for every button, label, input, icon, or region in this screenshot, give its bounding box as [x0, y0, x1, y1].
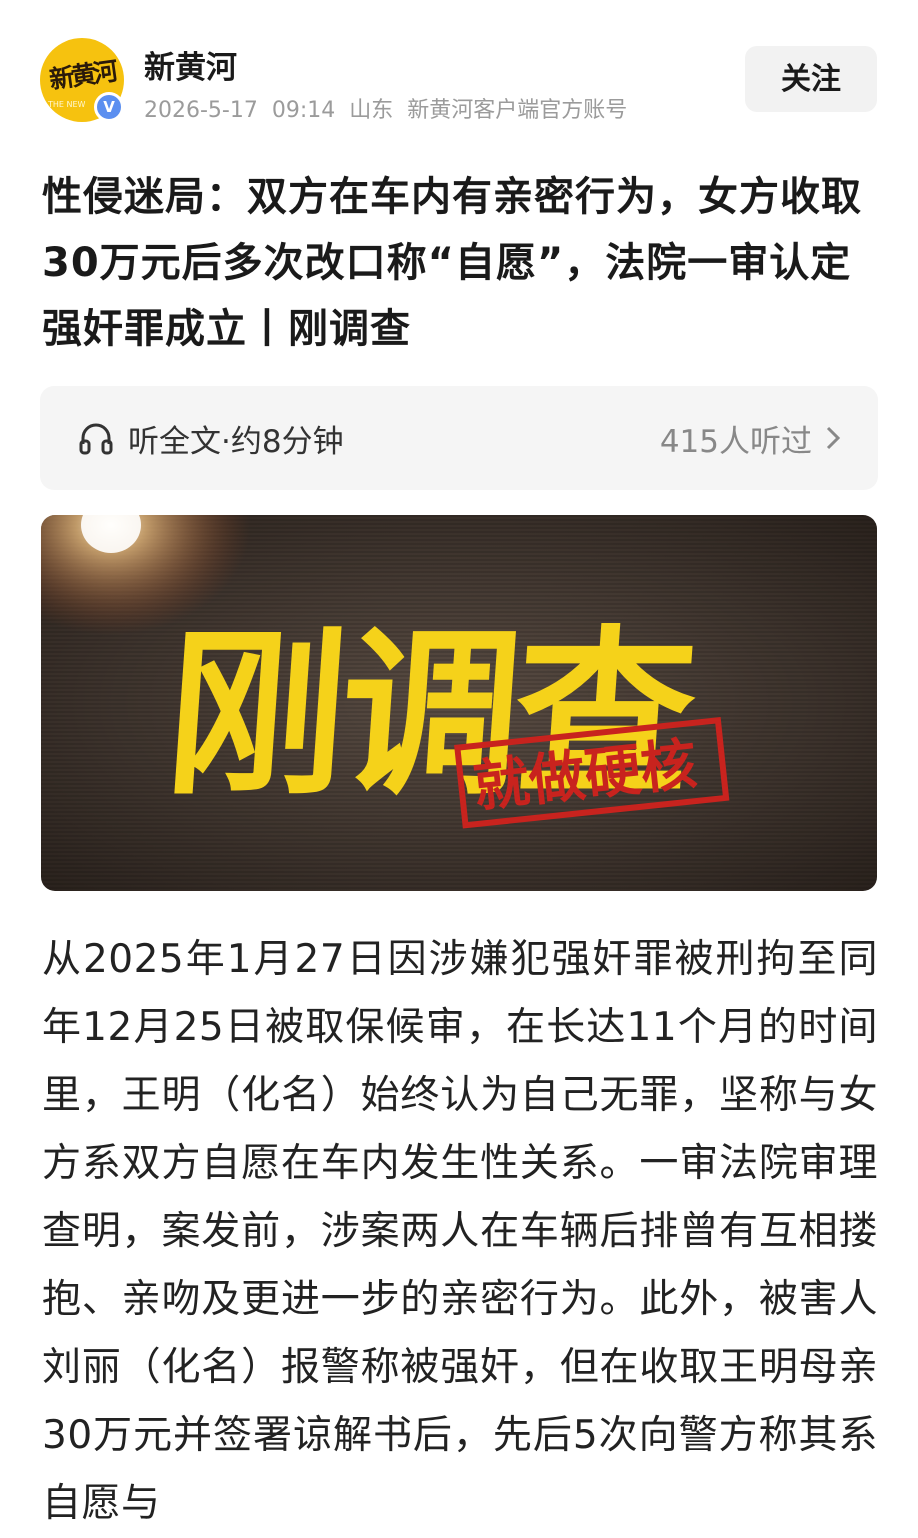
article-banner-image[interactable]: 刚调查 就做硬核 — [41, 515, 877, 891]
post-time: 09:14 — [271, 98, 336, 123]
verified-badge-icon: V — [94, 92, 124, 122]
headphone-icon — [79, 423, 113, 455]
listen-full-text-bar[interactable]: 听全文·约8分钟 415人听过 — [40, 386, 878, 490]
banner-graphic: 刚调查 就做硬核 — [41, 515, 877, 891]
listener-count: 415人听过 — [659, 424, 812, 460]
avatar-logo: 新黄河 — [47, 56, 117, 95]
avatar-logo-sub: THE NEW — [48, 100, 86, 109]
account-description: 新黄河客户端官方账号 — [407, 98, 628, 123]
account-name[interactable]: 新黄河 — [144, 42, 237, 87]
article-header: 新黄河 THE NEW V 新黄河 2026-5-17 09:14 山东 新黄河客户端… — [0, 0, 918, 150]
follow-button[interactable]: 关注 — [745, 46, 877, 112]
listen-label: 听全文·约8分钟 — [128, 424, 344, 460]
article-body: 从2025年1月27日因涉嫌犯强奸罪被刑拘至同年12月25日被取保候审，在长达1… — [42, 937, 878, 1526]
post-location: 山东 — [349, 98, 394, 123]
chevron-right-icon — [826, 426, 841, 450]
post-meta: 2026-5-17 09:14 山东 新黄河客户端官方账号 — [144, 92, 641, 124]
article-title: 性侵迷局：双方在车内有亲密行为，女方收取30万元后多次改口称“自愿”，法院一审认… — [42, 174, 862, 352]
post-date: 2026-5-17 — [144, 98, 258, 123]
